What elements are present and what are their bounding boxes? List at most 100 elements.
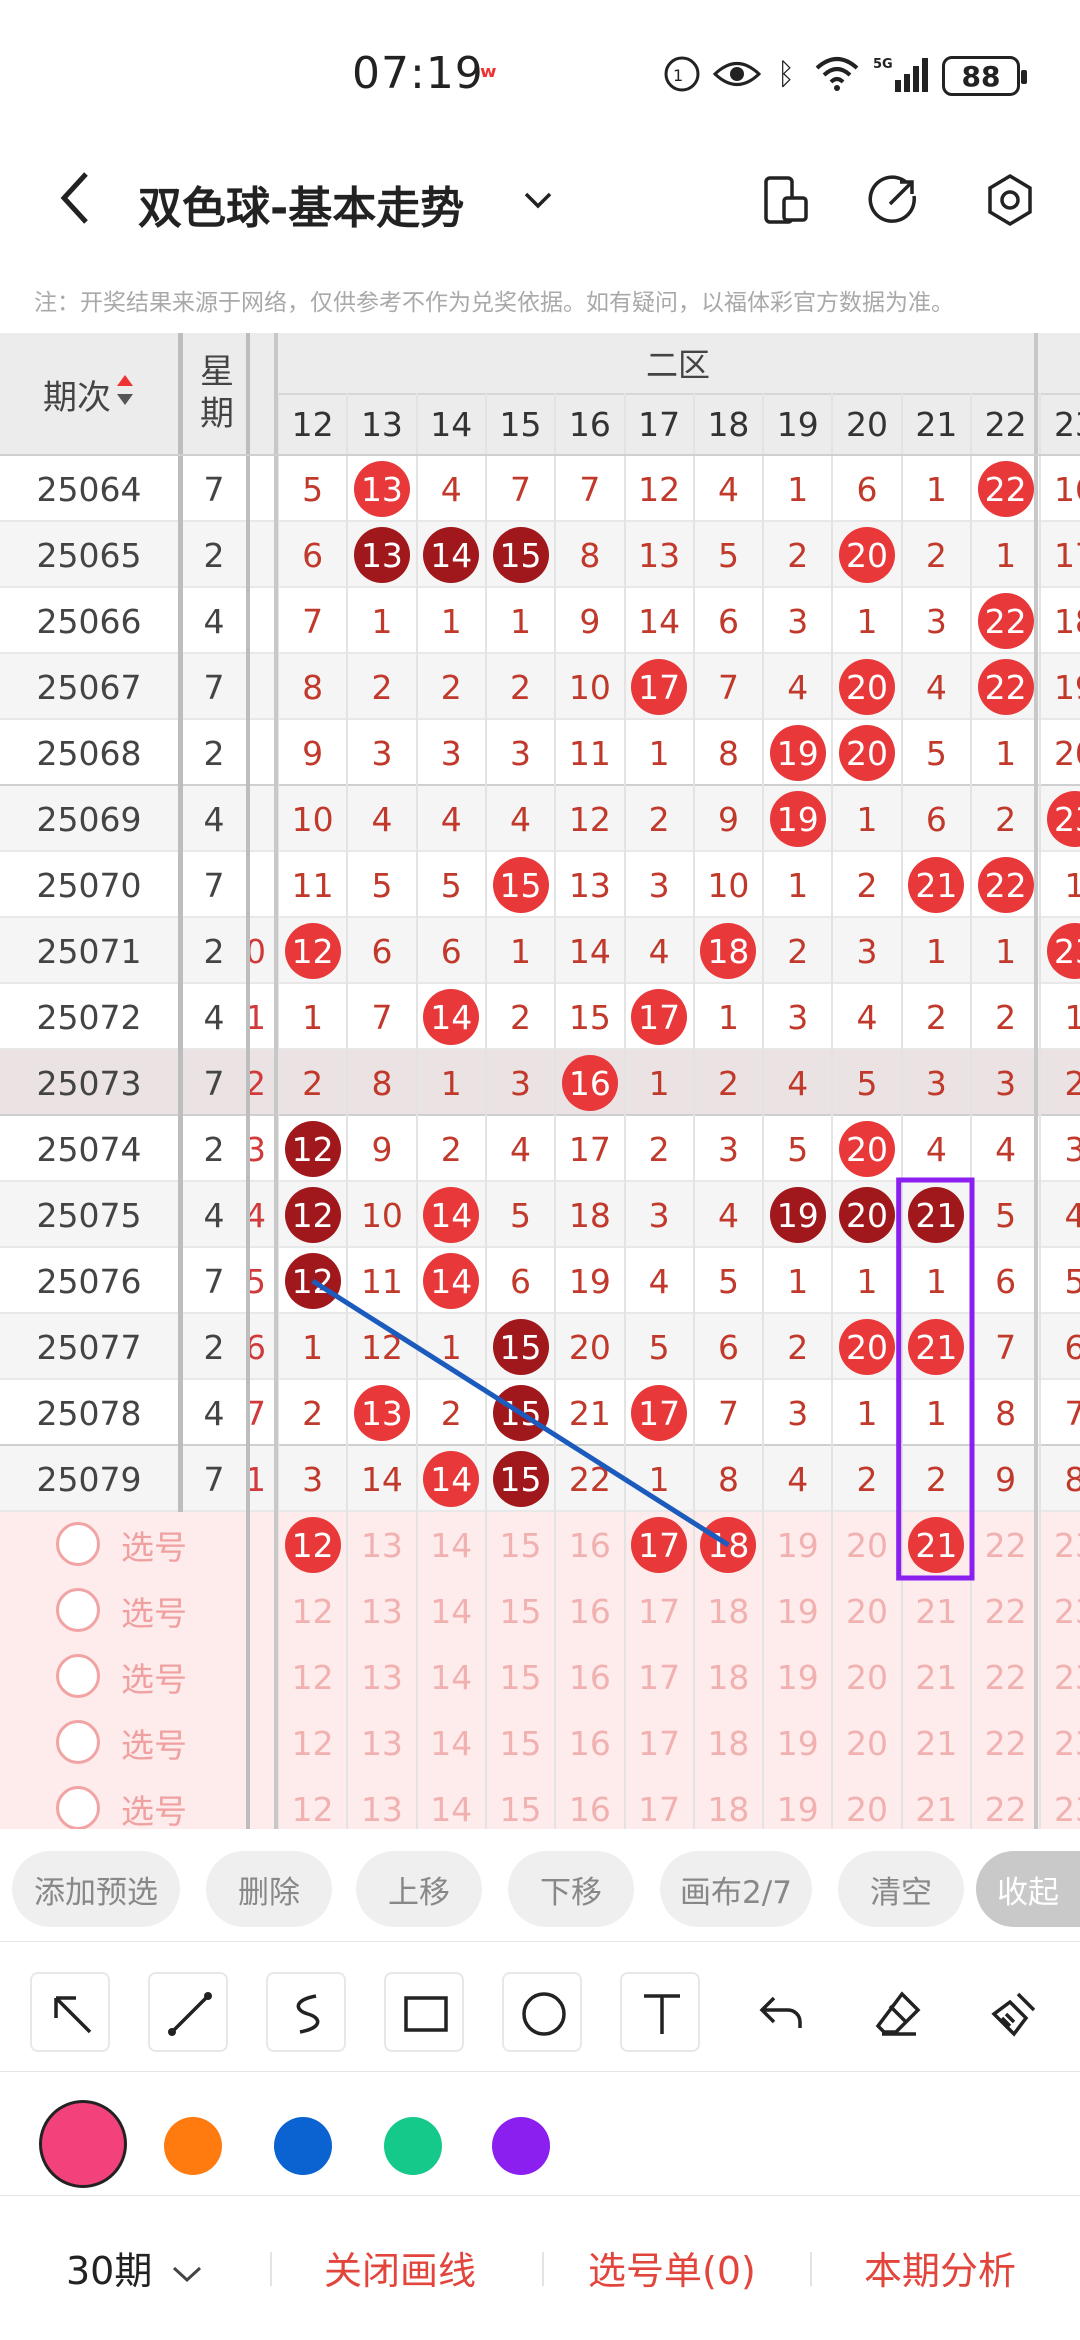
select-label[interactable]: 选号 <box>112 1578 196 1644</box>
select-number-cell[interactable]: 23 <box>1040 1512 1080 1578</box>
eraser-tool-button[interactable] <box>856 1972 936 2052</box>
select-number-cell[interactable]: 15 <box>486 1578 555 1644</box>
canvas-page-button[interactable]: 画布2/7 <box>660 1851 812 1927</box>
curve-tool-button[interactable] <box>266 1972 346 2052</box>
select-number-cell[interactable]: 16 <box>555 1776 624 1829</box>
clear-canvas-tool-button[interactable] <box>972 1972 1052 2052</box>
select-number-cell[interactable]: 13 <box>347 1578 416 1644</box>
title-dropdown-button[interactable] <box>518 180 558 220</box>
ticket-button[interactable]: 选号单(0) <box>588 2240 756 2295</box>
select-number-cell[interactable]: 18 <box>694 1644 763 1710</box>
undo-tool-button[interactable] <box>738 1972 818 2052</box>
move-up-button[interactable]: 上移 <box>356 1851 482 1927</box>
select-number-cell[interactable]: 22 <box>971 1776 1040 1829</box>
select-number-cell[interactable]: 22 <box>971 1512 1040 1578</box>
select-number-cell[interactable]: 22 <box>971 1710 1040 1776</box>
select-number-cell[interactable]: 13 <box>347 1710 416 1776</box>
select-number-cell[interactable]: 20 <box>832 1710 901 1776</box>
rectangle-tool-button[interactable] <box>384 1972 464 2052</box>
page-title[interactable]: 双色球-基本走势 <box>138 172 464 236</box>
select-label[interactable]: 选号 <box>112 1710 196 1776</box>
select-number-cell[interactable]: 12 <box>278 1644 347 1710</box>
select-number-cell[interactable]: 12 <box>278 1578 347 1644</box>
select-number-cell[interactable]: 22 <box>971 1578 1040 1644</box>
select-number-cell[interactable]: 17 <box>625 1578 694 1644</box>
select-checkbox[interactable] <box>56 1720 102 1766</box>
select-number-cell[interactable]: 15 <box>486 1644 555 1710</box>
select-number-cell[interactable]: 19 <box>763 1644 832 1710</box>
select-label[interactable]: 选号 <box>112 1512 196 1578</box>
select-number-cell[interactable]: 12 <box>278 1776 347 1829</box>
select-number-cell[interactable]: 14 <box>417 1710 486 1776</box>
share-button[interactable] <box>866 172 922 228</box>
color-swatch[interactable] <box>164 2117 222 2175</box>
select-number-cell[interactable]: 17 <box>625 1776 694 1829</box>
color-swatch[interactable] <box>274 2117 332 2175</box>
select-checkbox[interactable] <box>56 1786 102 1829</box>
select-number-cell[interactable]: 13 <box>347 1512 416 1578</box>
select-number-cell[interactable]: 20 <box>832 1578 901 1644</box>
select-number-cell[interactable]: 17 <box>625 1512 694 1578</box>
select-number-cell[interactable]: 19 <box>763 1710 832 1776</box>
circle-tool-button[interactable] <box>502 1972 582 2052</box>
select-number-cell[interactable]: 23 <box>1040 1776 1080 1829</box>
select-number-cell[interactable]: 21 <box>902 1710 971 1776</box>
line-tool-button[interactable] <box>148 1972 228 2052</box>
select-label[interactable]: 选号 <box>112 1644 196 1710</box>
period-analysis-button[interactable]: 本期分析 <box>864 2240 1016 2295</box>
select-number-cell[interactable]: 20 <box>832 1512 901 1578</box>
select-number-cell[interactable]: 19 <box>763 1512 832 1578</box>
select-number-cell[interactable]: 15 <box>486 1776 555 1829</box>
select-number-cell[interactable]: 23 <box>1040 1578 1080 1644</box>
select-number-cell[interactable]: 14 <box>417 1578 486 1644</box>
select-number-cell[interactable]: 18 <box>694 1710 763 1776</box>
color-swatch[interactable] <box>42 2103 124 2185</box>
select-checkbox[interactable] <box>56 1588 102 1634</box>
select-number-cell[interactable]: 19 <box>763 1776 832 1829</box>
add-preselect-button[interactable]: 添加预选 <box>12 1851 180 1927</box>
select-number-cell[interactable]: 15 <box>486 1710 555 1776</box>
select-number-cell[interactable]: 20 <box>832 1776 901 1829</box>
select-number-cell[interactable]: 18 <box>694 1578 763 1644</box>
select-number-cell[interactable]: 16 <box>555 1512 624 1578</box>
select-number-cell[interactable]: 16 <box>555 1578 624 1644</box>
select-number-cell[interactable]: 17 <box>625 1644 694 1710</box>
select-number-cell[interactable]: 16 <box>555 1644 624 1710</box>
select-number-cell[interactable]: 13 <box>347 1776 416 1829</box>
select-number-cell[interactable]: 23 <box>1040 1710 1080 1776</box>
select-number-cell[interactable]: 12 <box>278 1512 347 1578</box>
select-checkbox[interactable] <box>56 1522 102 1568</box>
select-number-cell[interactable]: 21 <box>902 1512 971 1578</box>
settings-button[interactable] <box>982 172 1038 228</box>
select-number-cell[interactable]: 14 <box>417 1776 486 1829</box>
select-number-cell[interactable]: 16 <box>555 1710 624 1776</box>
collapse-button[interactable]: 收起 <box>976 1851 1080 1927</box>
period-selector[interactable]: 30期 <box>66 2240 204 2295</box>
select-number-cell[interactable]: 21 <box>902 1776 971 1829</box>
select-number-cell[interactable]: 19 <box>763 1578 832 1644</box>
screen-mode-button[interactable] <box>758 172 814 228</box>
select-number-cell[interactable]: 18 <box>694 1776 763 1829</box>
clear-button[interactable]: 清空 <box>838 1851 964 1927</box>
select-number-cell[interactable]: 13 <box>347 1644 416 1710</box>
text-tool-button[interactable] <box>620 1972 700 2052</box>
select-number-cell[interactable]: 23 <box>1040 1644 1080 1710</box>
arrow-tool-button[interactable] <box>30 1972 110 2052</box>
delete-button[interactable]: 删除 <box>206 1851 332 1927</box>
select-number-cell[interactable]: 21 <box>902 1644 971 1710</box>
select-checkbox[interactable] <box>56 1654 102 1700</box>
select-number-cell[interactable]: 14 <box>417 1512 486 1578</box>
select-number-cell[interactable]: 22 <box>971 1644 1040 1710</box>
select-number-cell[interactable]: 12 <box>278 1710 347 1776</box>
select-number-cell[interactable]: 18 <box>694 1512 763 1578</box>
select-number-cell[interactable]: 20 <box>832 1644 901 1710</box>
select-number-cell[interactable]: 17 <box>625 1710 694 1776</box>
color-swatch[interactable] <box>492 2117 550 2175</box>
col-period-header[interactable]: 期次 <box>0 333 178 456</box>
back-button[interactable] <box>50 168 100 228</box>
select-number-cell[interactable]: 21 <box>902 1578 971 1644</box>
select-number-cell[interactable]: 14 <box>417 1644 486 1710</box>
close-lines-button[interactable]: 关闭画线 <box>324 2240 476 2295</box>
select-label[interactable]: 选号 <box>112 1776 196 1829</box>
select-number-cell[interactable]: 15 <box>486 1512 555 1578</box>
